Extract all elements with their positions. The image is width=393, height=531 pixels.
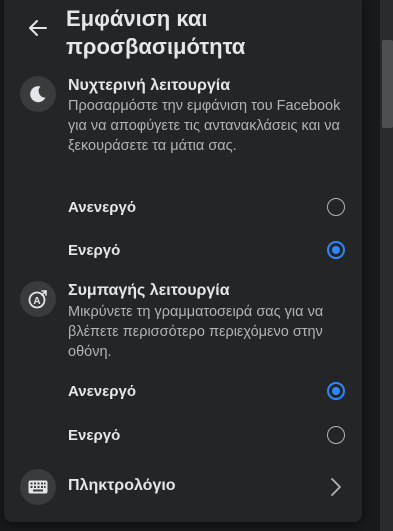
svg-text:A: A: [33, 296, 40, 307]
compact-mode-option-on[interactable]: Ενεργό: [60, 415, 356, 455]
night-mode-off-radio[interactable]: [327, 198, 345, 216]
compact-mode-off-radio[interactable]: [327, 382, 345, 400]
night-mode-description: Προσαρμόστε την εμφάνιση του Facebook γι…: [68, 98, 341, 154]
page-title: Εμφάνιση και προσβασιμότητα: [66, 6, 246, 59]
night-mode-option-on[interactable]: Ενεργό: [60, 230, 356, 270]
arrow-left-icon: [29, 20, 47, 36]
option-label: Ανενεργό: [68, 382, 136, 400]
option-label: Ανενεργό: [68, 198, 136, 216]
option-label: Ενεργό: [68, 426, 121, 444]
night-mode-option-off[interactable]: Ανενεργό: [60, 187, 356, 227]
stage: Εμφάνιση και προσβασιμότητα Νυχτερινή λε…: [0, 0, 393, 531]
keyboard-settings-item[interactable]: Πληκτρολόγιο: [12, 462, 354, 512]
compact-mode-title: Συμπαγής λειτουργία: [68, 282, 230, 299]
chevron-right-icon: [331, 478, 341, 496]
night-mode-title: Νυχτερινή λειτουργία: [68, 77, 231, 94]
option-label: Ενεργό: [68, 241, 121, 259]
compact-text-icon: A: [20, 281, 56, 317]
compact-mode-description: Μικρύνετε τη γραμματοσειρά σας για να βλ…: [68, 304, 324, 360]
night-mode-on-radio[interactable]: [327, 241, 345, 259]
compact-mode-on-radio[interactable]: [327, 426, 345, 444]
keyboard-icon: [20, 469, 56, 505]
scrollbar-thumb[interactable]: [382, 40, 393, 128]
back-button[interactable]: [22, 12, 54, 44]
keyboard-label: Πληκτρολόγιο: [68, 477, 176, 494]
moon-icon: [20, 76, 56, 112]
compact-mode-option-off[interactable]: Ανενεργό: [60, 371, 356, 411]
